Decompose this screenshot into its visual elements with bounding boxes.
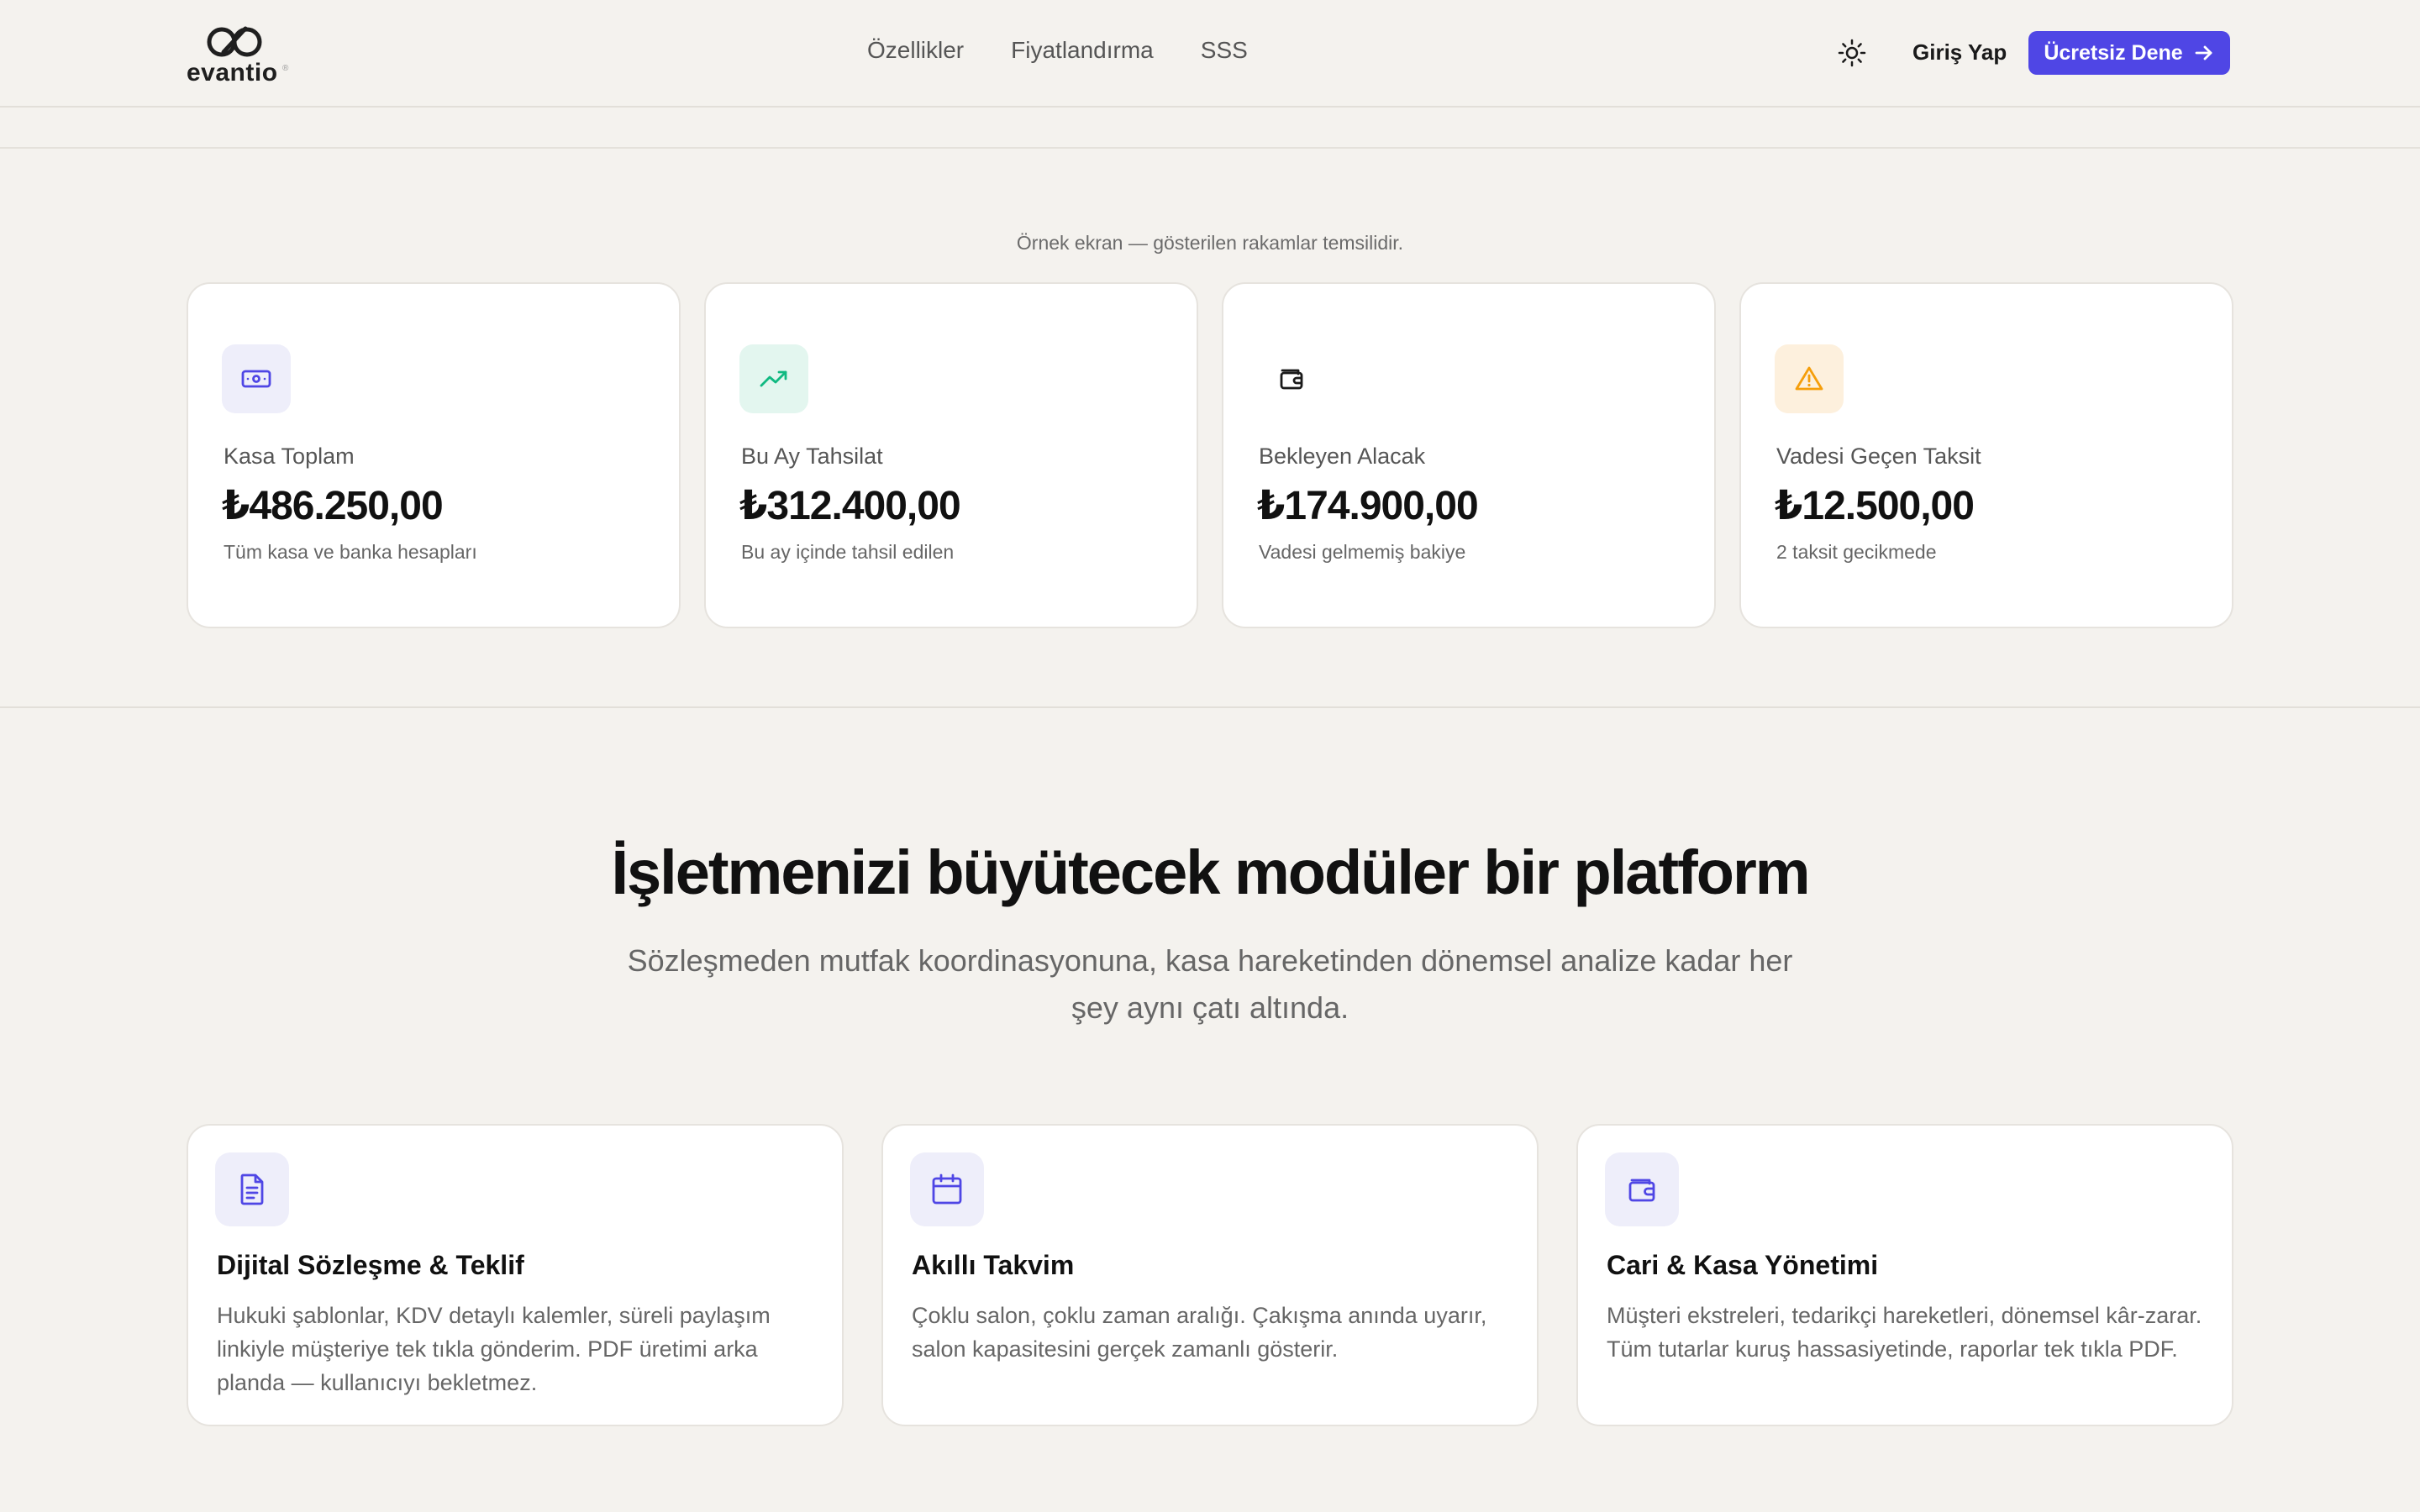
stat-label: Kasa Toplam — [224, 444, 355, 469]
login-link[interactable]: Giriş Yap — [1912, 39, 2007, 66]
nav-item-faq[interactable]: SSS — [1201, 37, 1248, 64]
stat-label: Bekleyen Alacak — [1259, 444, 1426, 469]
trending-up-icon — [739, 344, 808, 413]
feature-card-contract[interactable]: Dijital Sözleşme & Teklif Hukuki şablonl… — [187, 1124, 844, 1426]
stat-value: ₺486.250,00 — [222, 484, 444, 528]
feature-description: Hukuki şablonlar, KDV detaylı kalemler, … — [217, 1303, 771, 1395]
logo-mark-icon — [207, 26, 262, 57]
sun-icon — [1838, 39, 1866, 67]
logo[interactable]: evantio ® — [187, 22, 296, 89]
stat-card-bekleyen-alacak: Bekleyen Alacak ₺174.900,00 Vadesi gelme… — [1222, 282, 1716, 628]
arrow-right-icon — [2195, 45, 2212, 60]
logo-registered-mark: ® — [282, 64, 289, 73]
feature-description: Müşteri ekstreleri, tedarikçi hareketler… — [1607, 1303, 2202, 1362]
stat-card-kasa-toplam: Kasa Toplam ₺486.250,00 Tüm kasa ve bank… — [187, 282, 681, 628]
wallet-icon — [1257, 344, 1326, 413]
stat-value: ₺12.500,00 — [1775, 484, 1975, 528]
section-title: İşletmenizi büyütecek modüler bir platfo… — [611, 837, 1810, 907]
banknote-icon — [222, 344, 291, 413]
site-header: evantio ® Özellikler Fiyatlandırma SSS G… — [0, 0, 2420, 108]
stat-value: ₺174.900,00 — [1257, 484, 1479, 528]
section-divider — [0, 706, 2420, 708]
wallet-icon — [1605, 1152, 1679, 1226]
stat-card-vadesi-gecen-taksit: Vadesi Geçen Taksit ₺12.500,00 2 taksit … — [1739, 282, 2233, 628]
stat-label: Vadesi Geçen Taksit — [1776, 444, 1981, 469]
section-subtitle: Sözleşmeden mutfak koordinasyonuna, kasa… — [627, 943, 1793, 1025]
feature-title: Cari & Kasa Yönetimi — [1607, 1250, 1879, 1280]
nav-item-features[interactable]: Özellikler — [867, 37, 964, 64]
main-nav: Özellikler Fiyatlandırma SSS — [867, 37, 1248, 64]
stat-label: Bu Ay Tahsilat — [741, 444, 883, 469]
stat-description: Bu ay içinde tahsil edilen — [741, 541, 955, 563]
free-trial-button[interactable]: Ücretsiz Dene — [2028, 31, 2230, 75]
feature-title: Dijital Sözleşme & Teklif — [217, 1250, 524, 1280]
divider — [0, 147, 2420, 149]
feature-title: Akıllı Takvim — [912, 1250, 1075, 1280]
theme-toggle-button[interactable] — [1837, 38, 1867, 68]
feature-card-calendar[interactable]: Akıllı Takvim Çoklu salon, çoklu zaman a… — [881, 1124, 1539, 1426]
stat-description: Tüm kasa ve banka hesapları — [224, 541, 477, 563]
feature-description: Çoklu salon, çoklu zaman aralığı. Çakışm… — [912, 1303, 1487, 1362]
feature-card-finance[interactable]: Cari & Kasa Yönetimi Müşteri ekstreleri,… — [1576, 1124, 2233, 1426]
stat-card-bu-ay-tahsilat: Bu Ay Tahsilat ₺312.400,00 Bu ay içinde … — [704, 282, 1198, 628]
nav-item-pricing[interactable]: Fiyatlandırma — [1011, 37, 1154, 64]
stat-description: Vadesi gelmemiş bakiye — [1259, 541, 1466, 563]
document-icon — [215, 1152, 289, 1226]
stat-description: 2 taksit gecikmede — [1776, 541, 1937, 563]
logo-text: evantio — [187, 59, 278, 87]
stat-value: ₺312.400,00 — [739, 484, 961, 528]
sample-note: Örnek ekran — gösterilen rakamlar temsil… — [1016, 232, 1404, 254]
calendar-icon — [910, 1152, 984, 1226]
free-trial-label: Ücretsiz Dene — [2044, 40, 2183, 65]
warning-icon — [1775, 344, 1844, 413]
